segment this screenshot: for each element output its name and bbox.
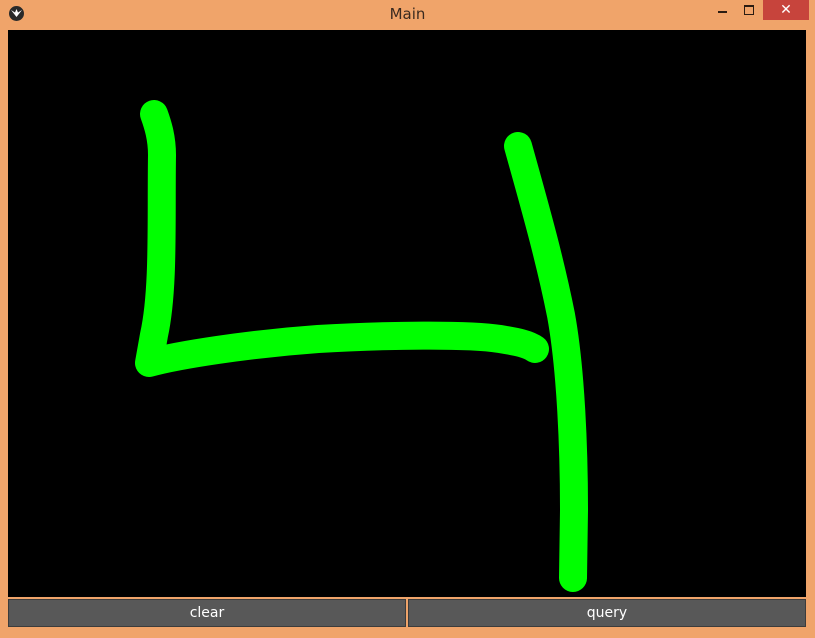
drawing-canvas[interactable] — [8, 30, 806, 597]
close-icon: ✕ — [780, 2, 792, 18]
minimize-icon — [717, 11, 727, 13]
minimize-button[interactable] — [709, 0, 735, 20]
digit-stroke-right — [504, 132, 588, 592]
window-title: Main — [389, 5, 426, 23]
maximize-icon — [744, 5, 754, 15]
drawing-surface — [135, 100, 588, 592]
title-bar[interactable]: Main ✕ — [0, 0, 815, 29]
close-button[interactable]: ✕ — [763, 0, 809, 20]
digit-stroke-left — [135, 100, 549, 377]
query-button[interactable]: query — [408, 599, 806, 627]
maximize-button[interactable] — [736, 0, 762, 20]
clear-button[interactable]: clear — [8, 599, 406, 627]
app-window: Main ✕ clear query — [0, 0, 815, 638]
